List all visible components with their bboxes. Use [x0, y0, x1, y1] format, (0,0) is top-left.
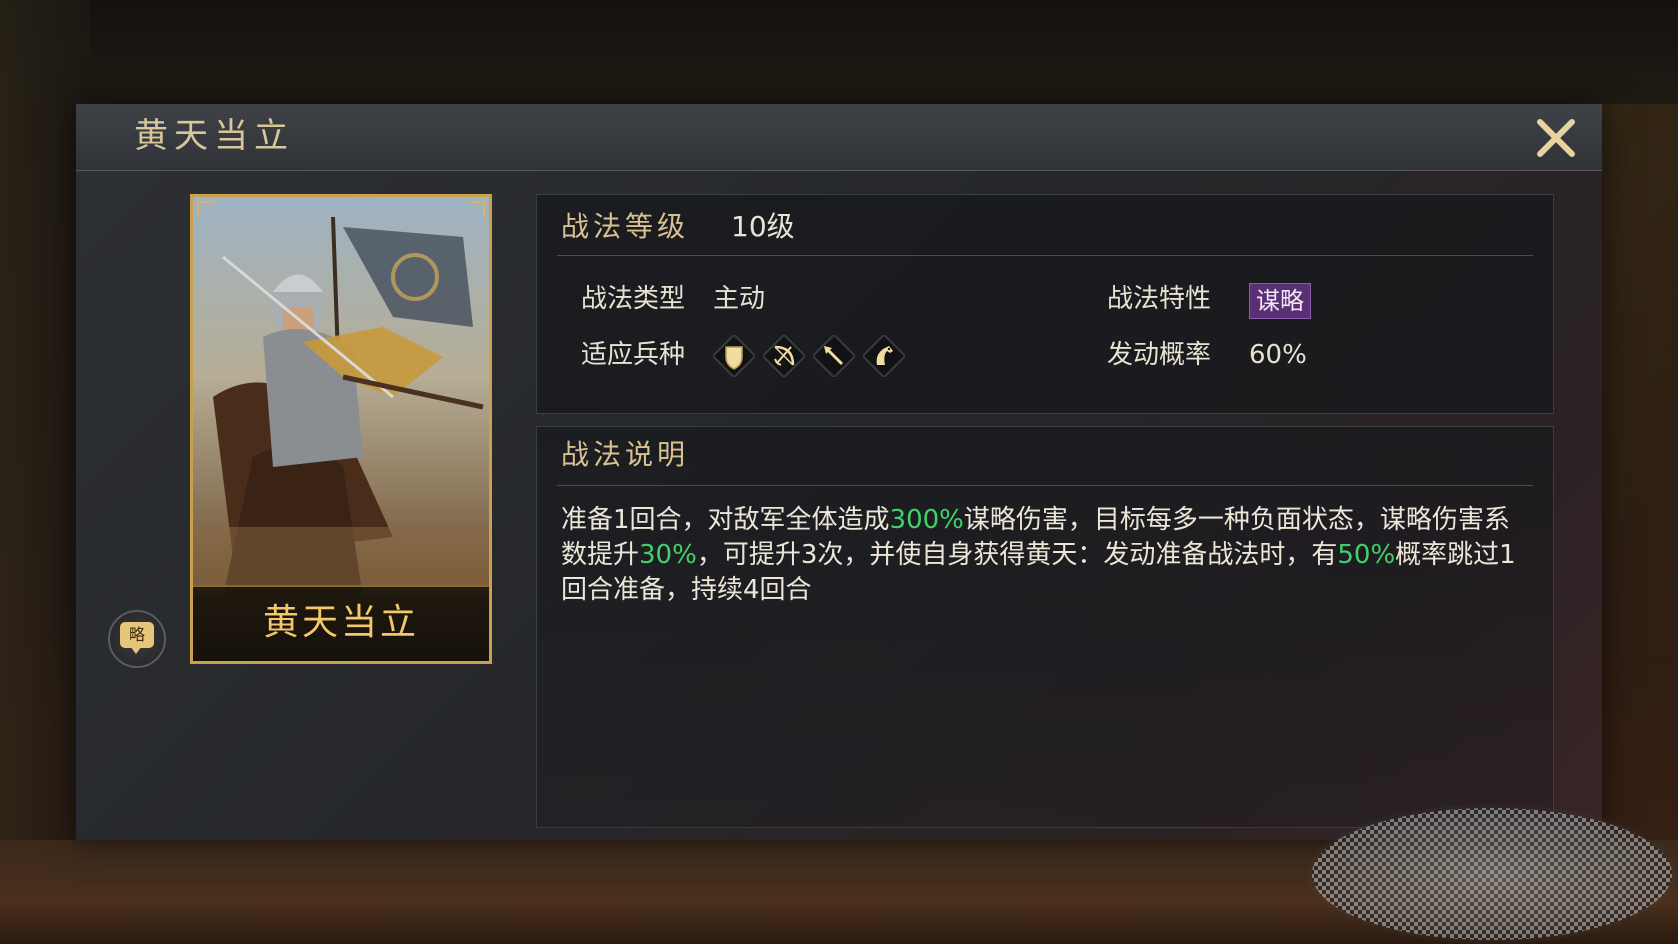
type-value: 主动	[713, 284, 766, 314]
tactic-info-box: 战法等级 10级 战法类型 主动 战法特性 谋略 适应兵种 发动概率 60%	[536, 194, 1554, 414]
unit-shield[interactable]	[711, 333, 757, 379]
type-label: 战法类型	[581, 284, 686, 314]
close-icon	[1537, 119, 1575, 157]
tactic-detail-panel: 黄天当立 黄天当立 略 战法等级 10级 战法类型 主动 战法特性 谋略 适应兵…	[76, 104, 1602, 840]
tactic-description-box: 战法说明 准备1回合，对敌军全体造成300%谋略伤害，目标每多一种负面状态，谋略…	[536, 426, 1554, 828]
rate-label: 发动概率	[1107, 340, 1212, 370]
speech-bubble-icon: 略	[120, 622, 154, 648]
description-segment: 准备1回合，对敌军全体造成	[561, 505, 890, 535]
description-highlight: 50%	[1337, 540, 1396, 570]
watermark-noise-image	[1308, 804, 1676, 944]
divider	[557, 255, 1533, 256]
title-bar: 黄天当立	[76, 104, 1602, 171]
horse-icon	[861, 333, 907, 379]
card-name-bar: 黄天当立	[193, 585, 489, 661]
description-highlight: 300%	[889, 505, 964, 535]
trait-badge: 谋略	[1249, 283, 1311, 319]
divider	[557, 485, 1533, 486]
description-segment: ，可提升3次，并使自身获得黄天：发动准备战法时，有	[696, 540, 1338, 570]
description-highlight: 30%	[639, 540, 697, 570]
bow-icon	[761, 333, 807, 379]
description-text: 准备1回合，对敌军全体造成300%谋略伤害，目标每多一种负面状态，谋略伤害系数提…	[561, 503, 1531, 608]
level-value: 10级	[731, 210, 795, 243]
unit-horse[interactable]	[861, 333, 907, 379]
warrior-portrait-image	[193, 197, 489, 597]
description-heading: 战法说明	[561, 438, 690, 471]
rate-value: 60%	[1249, 340, 1307, 370]
tag-label: 略	[128, 625, 145, 644]
trait-label: 战法特性	[1107, 284, 1212, 314]
level-label: 战法等级	[561, 210, 690, 243]
unit-spear[interactable]	[811, 333, 857, 379]
card-name: 黄天当立	[262, 602, 419, 643]
panel-title: 黄天当立	[134, 116, 294, 156]
tactic-tag-button[interactable]: 略	[108, 610, 166, 668]
units-label: 适应兵种	[581, 340, 686, 370]
close-button[interactable]	[1532, 114, 1580, 162]
card-corner-ornament	[469, 201, 485, 217]
shield-icon	[711, 333, 757, 379]
unit-bow[interactable]	[761, 333, 807, 379]
speech-bubble-tail	[130, 646, 142, 654]
spear-icon	[811, 333, 857, 379]
tactic-card: 黄天当立	[190, 194, 492, 664]
card-corner-ornament	[197, 201, 213, 217]
background-top	[0, 0, 1678, 104]
